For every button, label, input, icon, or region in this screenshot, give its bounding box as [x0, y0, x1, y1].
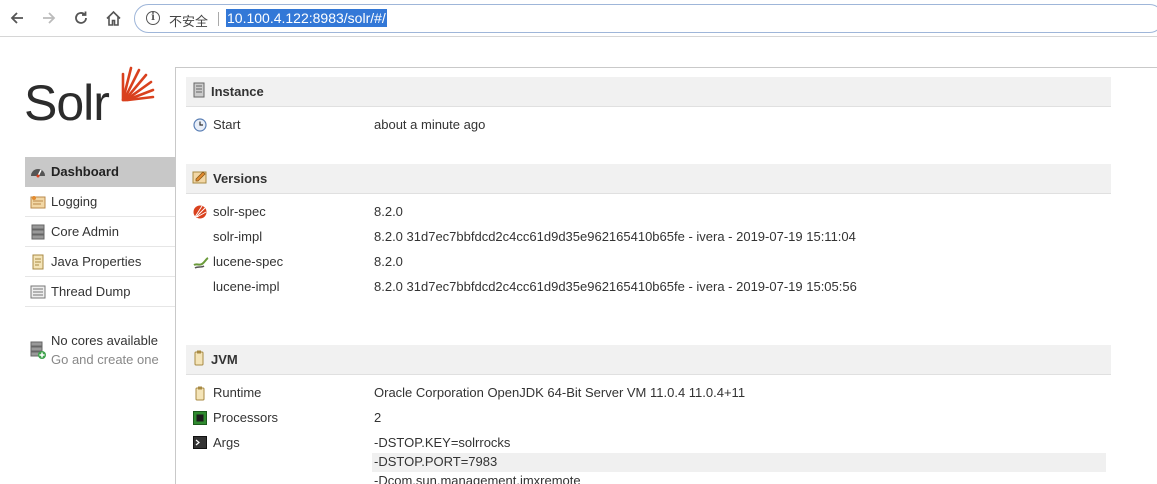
sidebar-item-label: Dashboard [51, 164, 119, 179]
terminal-icon [193, 436, 207, 450]
info-icon[interactable]: i [146, 11, 160, 25]
jvm-row-processors: Processors 2 [186, 406, 1111, 431]
core-admin-icon [30, 224, 46, 240]
create-core-link[interactable]: Go and create one [51, 352, 159, 367]
row-label: solr-impl [213, 229, 263, 244]
forward-button[interactable] [38, 7, 60, 29]
row-label: Start [213, 117, 241, 132]
row-label: solr-spec [213, 204, 266, 219]
jvm-icon [192, 350, 206, 369]
row-label: Args [213, 435, 240, 450]
row-value: 2 [374, 410, 382, 425]
row-label: lucene-impl [213, 279, 280, 294]
solr-sun-icon [193, 205, 207, 219]
section-title: Versions [213, 171, 268, 186]
address-bar[interactable]: i 不安全 10.100.4.122:8983/solr/#/ [134, 4, 1157, 33]
dashboard-icon [30, 164, 46, 180]
sidebar-item-dashboard[interactable]: Dashboard [25, 157, 175, 187]
sidebar-item-label: Java Properties [51, 254, 142, 269]
instance-header: Instance [186, 77, 1111, 107]
insecure-label: 不安全 [169, 15, 209, 30]
solr-sun-icon [121, 66, 155, 102]
java-properties-icon [30, 254, 46, 270]
row-value: 8.2.0 31d7ec7bbfdcd2c4cc61d9d35e96216541… [374, 279, 857, 294]
lucene-icon [193, 255, 209, 269]
logo-wordmark: Solr [24, 75, 110, 131]
versions-row-solr-impl: solr-impl 8.2.0 31d7ec7bbfdcd2c4cc61d9d3… [186, 225, 1111, 250]
versions-section: Versions solr-spec 8.2.0 solr-impl 8.2.0… [186, 164, 1111, 300]
versions-row-solr-spec: solr-spec 8.2.0 [186, 200, 1111, 225]
instance-section: Instance Start about a minute ago [186, 77, 1111, 138]
logging-icon [30, 194, 46, 210]
browser-toolbar: i 不安全 10.100.4.122:8983/solr/#/ [0, 0, 1157, 37]
back-arrow-icon [10, 12, 23, 24]
sidebar-item-label: Core Admin [51, 224, 119, 239]
instance-icon [192, 82, 206, 101]
add-core-icon [30, 341, 46, 359]
jvm-arg-line: -DSTOP.KEY=solrrocks [374, 435, 511, 450]
sidebar-item-logging[interactable]: Logging [25, 187, 175, 217]
thread-dump-icon [30, 284, 46, 300]
sidebar-item-core-admin[interactable]: Core Admin [25, 217, 175, 247]
no-cores-title: No cores available [51, 333, 158, 348]
row-label: lucene-spec [213, 254, 284, 269]
section-title: Instance [211, 84, 264, 99]
versions-row-lucene-spec: lucene-spec 8.2.0 [186, 250, 1111, 275]
instance-row-start: Start about a minute ago [186, 113, 1111, 138]
jvm-row-runtime: Runtime Oracle Corporation OpenJDK 64-Bi… [186, 381, 1111, 406]
sidebar-item-thread-dump[interactable]: Thread Dump [25, 277, 175, 307]
row-label: Processors [213, 410, 279, 425]
runtime-icon [193, 386, 207, 401]
sidebar-menu: Dashboard Logging Core Admin Java Proper… [25, 157, 175, 307]
versions-icon [192, 169, 208, 188]
row-value: Oracle Corporation OpenJDK 64-Bit Server… [374, 385, 746, 400]
address-divider [218, 12, 219, 26]
solr-logo[interactable]: Solr [24, 64, 164, 136]
processor-icon [193, 411, 207, 425]
row-value: about a minute ago [374, 117, 486, 132]
row-value: 8.2.0 [374, 204, 403, 219]
section-title: JVM [211, 352, 238, 367]
row-value: 8.2.0 [374, 254, 403, 269]
reload-icon [75, 11, 87, 24]
clock-icon [193, 118, 207, 132]
url-text[interactable]: 10.100.4.122:8983/solr/#/ [226, 9, 387, 27]
sidebar-item-java-properties[interactable]: Java Properties [25, 247, 175, 277]
jvm-arg-line: -DSTOP.PORT=7983 [372, 453, 1106, 472]
sidebar-item-label: Thread Dump [51, 284, 131, 299]
back-button[interactable] [6, 7, 28, 29]
reload-button[interactable] [70, 7, 92, 29]
forward-arrow-icon [43, 12, 56, 24]
sidebar-item-label: Logging [51, 194, 98, 209]
home-icon [105, 10, 121, 26]
home-button[interactable] [102, 7, 124, 29]
versions-row-lucene-impl: lucene-impl 8.2.0 31d7ec7bbfdcd2c4cc61d9… [186, 275, 1111, 300]
versions-header: Versions [186, 164, 1111, 194]
jvm-arg-line: -Dcom.sun.management.jmxremote [374, 473, 581, 484]
jvm-header: JVM [186, 345, 1111, 375]
row-label: Runtime [213, 385, 262, 400]
row-value: 8.2.0 31d7ec7bbfdcd2c4cc61d9d35e96216541… [374, 229, 856, 244]
